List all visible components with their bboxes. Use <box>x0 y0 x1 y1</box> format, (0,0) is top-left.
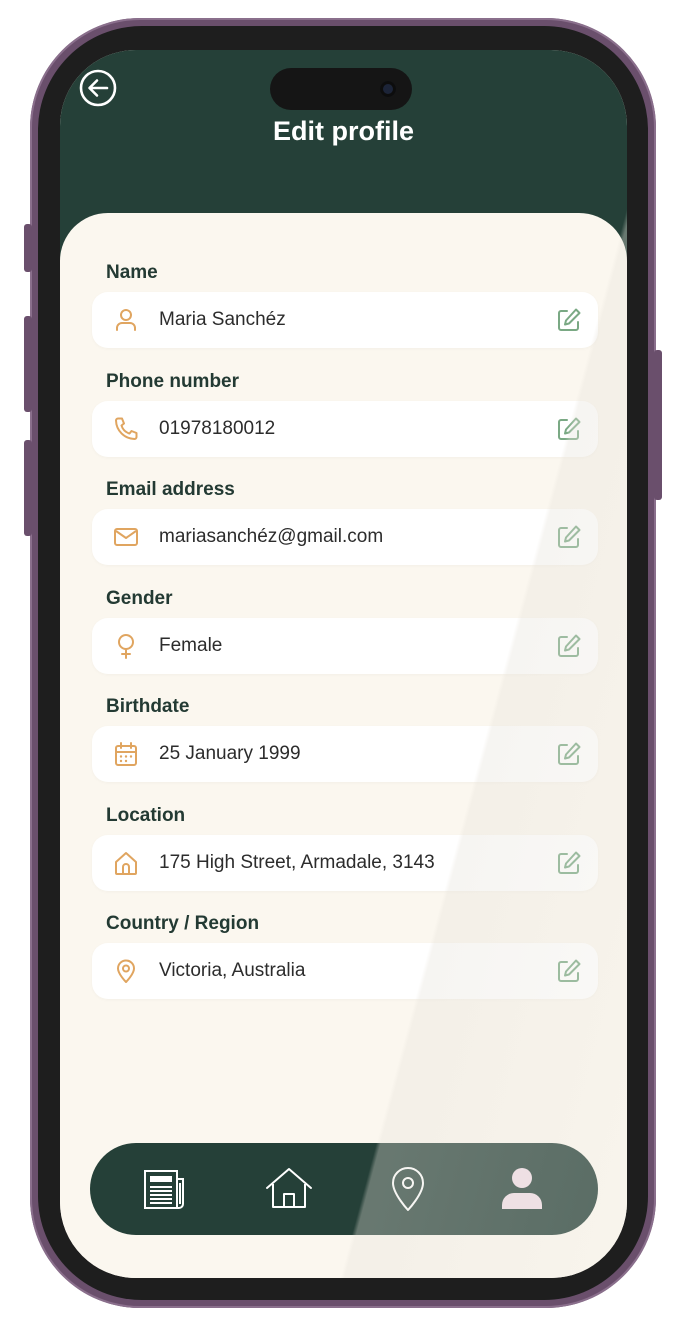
field-value-phone: 01978180012 <box>159 418 276 439</box>
profile-icon <box>502 1168 542 1209</box>
field-label-location: Location <box>106 805 186 826</box>
field-value-birthdate: 25 January 1999 <box>159 743 301 764</box>
field-value-gender: Female <box>159 635 223 656</box>
app-screen: Edit profile Name Maria Sanchéz Phone nu… <box>60 50 627 1278</box>
edit-icon[interactable] <box>554 848 584 878</box>
field-label-email: Email address <box>106 479 235 500</box>
edit-icon[interactable] <box>554 414 584 444</box>
dynamic-island <box>270 68 412 110</box>
phone-icon <box>115 417 138 440</box>
edit-icon[interactable] <box>554 739 584 769</box>
nav-item-home[interactable] <box>263 1163 315 1215</box>
location-pin-icon <box>392 1167 424 1211</box>
location-pin-icon <box>117 959 135 983</box>
home-icon <box>266 1168 312 1208</box>
field-location[interactable]: 175 High Street, Armadale, 3143 <box>92 835 598 891</box>
edit-icon[interactable] <box>554 305 584 335</box>
field-birthdate[interactable]: 25 January 1999 <box>92 726 598 782</box>
field-phone[interactable]: 01978180012 <box>92 401 598 457</box>
field-label-phone: Phone number <box>106 371 240 392</box>
bottom-nav <box>90 1143 598 1235</box>
nav-item-news[interactable] <box>139 1163 191 1215</box>
back-arrow-icon <box>79 69 117 107</box>
calendar-icon <box>115 742 137 766</box>
female-icon <box>118 634 134 659</box>
field-value-country: Victoria, Australia <box>159 960 306 981</box>
field-label-birthdate: Birthdate <box>106 696 190 717</box>
camera-icon <box>380 81 396 97</box>
side-button-mute <box>24 224 32 272</box>
mail-icon <box>114 528 138 546</box>
nav-item-map[interactable] <box>382 1163 434 1215</box>
field-value-location: 175 High Street, Armadale, 3143 <box>159 852 435 873</box>
edit-icon[interactable] <box>554 956 584 986</box>
side-button-volume-down <box>24 440 32 536</box>
field-country[interactable]: Victoria, Australia <box>92 943 598 999</box>
back-button[interactable] <box>78 68 118 108</box>
field-label-name: Name <box>106 262 158 283</box>
field-label-country: Country / Region <box>106 913 260 934</box>
form-sheet: Name Maria Sanchéz Phone number 01978180… <box>60 213 627 1278</box>
nav-item-profile[interactable] <box>496 1163 548 1215</box>
edit-icon[interactable] <box>554 631 584 661</box>
home-icon <box>115 852 137 875</box>
field-label-gender: Gender <box>106 588 173 609</box>
field-value-name: Maria Sanchéz <box>159 309 286 330</box>
person-icon <box>116 309 136 331</box>
field-name[interactable]: Maria Sanchéz <box>92 292 598 348</box>
field-email[interactable]: mariasanchéz@gmail.com <box>92 509 598 565</box>
field-gender[interactable]: Female <box>92 618 598 674</box>
newspaper-icon <box>144 1170 184 1209</box>
side-button-volume-up <box>24 316 32 412</box>
field-value-email: mariasanchéz@gmail.com <box>159 526 384 547</box>
edit-icon[interactable] <box>554 522 584 552</box>
side-button-power <box>654 350 662 500</box>
page-title: Edit profile <box>273 116 414 146</box>
